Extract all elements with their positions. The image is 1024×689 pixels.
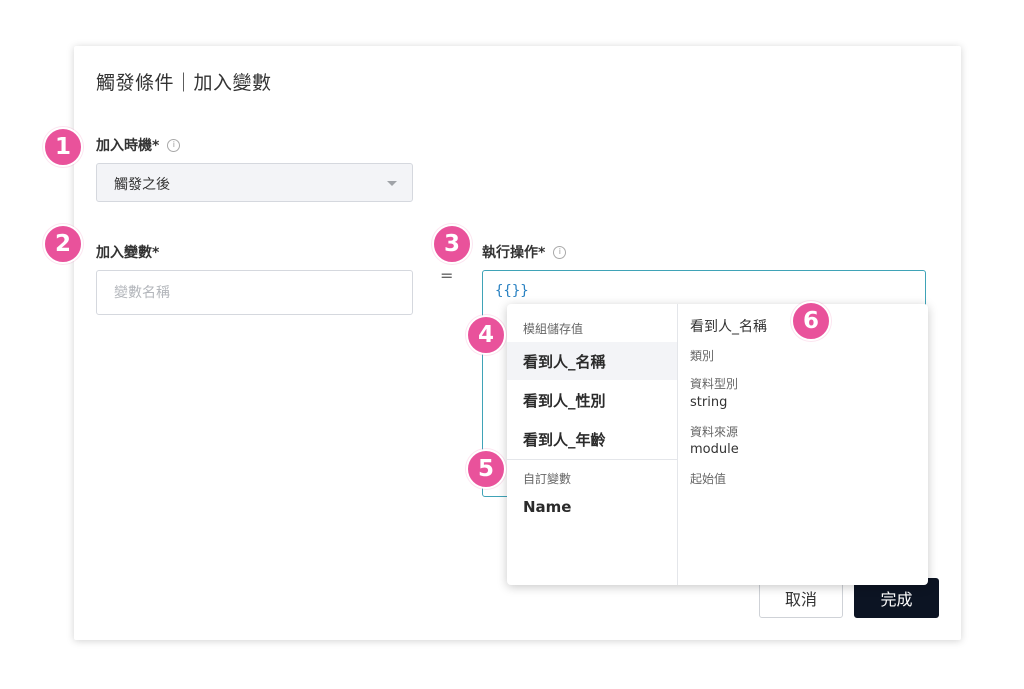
suggestion-item[interactable]: 看到人_年齡 (507, 420, 677, 458)
variable-name-input[interactable] (96, 270, 413, 315)
group-label-module: 模組儲存值 (523, 322, 584, 336)
suggestion-detail-panel: 看到人_名稱 類別 資料型別 string 資料來源 module 起始值 (678, 304, 928, 585)
detail-type-value: string (690, 395, 728, 410)
timing-label-row: 加入時機* i (96, 135, 181, 155)
group-label-custom: 自訂變數 (523, 472, 572, 486)
suggestion-item[interactable]: 看到人_性別 (507, 381, 677, 419)
timing-select[interactable]: 觸發之後 (96, 163, 413, 202)
page: 觸發條件｜加入變數 加入時機* i 觸發之後 加入變數* = 執行操作* i {… (0, 0, 1024, 689)
detail-type-label: 資料型別 (690, 377, 739, 391)
step-marker-6: 6 (791, 301, 831, 341)
step-marker-3: 3 (432, 224, 472, 264)
timing-label: 加入時機* (96, 138, 160, 154)
suggestion-item[interactable]: Name (507, 488, 677, 526)
equals-sign: = (440, 266, 454, 285)
detail-variable-name: 看到人_名稱 (690, 319, 767, 335)
group-divider (507, 459, 677, 460)
variable-label-row: 加入變數* (96, 242, 159, 262)
timing-select-value: 觸發之後 (114, 177, 170, 193)
variable-label: 加入變數* (96, 245, 160, 261)
detail-source-label: 資料來源 (690, 425, 739, 439)
suggestion-list: 模組儲存值 看到人_名稱 看到人_性別 看到人_年齡 自訂變數 Name (507, 304, 678, 585)
step-marker-2: 2 (43, 224, 83, 264)
info-icon[interactable]: i (553, 245, 567, 259)
info-icon[interactable]: i (167, 138, 181, 152)
action-label: 執行操作* (482, 245, 546, 261)
detail-source-value: module (690, 442, 739, 457)
step-marker-5: 5 (466, 449, 506, 489)
caret-down-icon (387, 181, 397, 186)
variable-suggestion-dropdown: 模組儲存值 看到人_名稱 看到人_性別 看到人_年齡 自訂變數 Name 看到人… (507, 304, 928, 585)
action-label-row: 執行操作* i (482, 242, 567, 262)
dialog-title: 觸發條件｜加入變數 (96, 72, 272, 94)
detail-initial-label: 起始值 (690, 472, 727, 486)
step-marker-1: 1 (43, 127, 83, 167)
detail-category-label: 類別 (690, 349, 715, 363)
suggestion-item[interactable]: 看到人_名稱 (507, 342, 677, 380)
expression-text: {{}} (495, 283, 529, 299)
step-marker-4: 4 (466, 315, 506, 355)
